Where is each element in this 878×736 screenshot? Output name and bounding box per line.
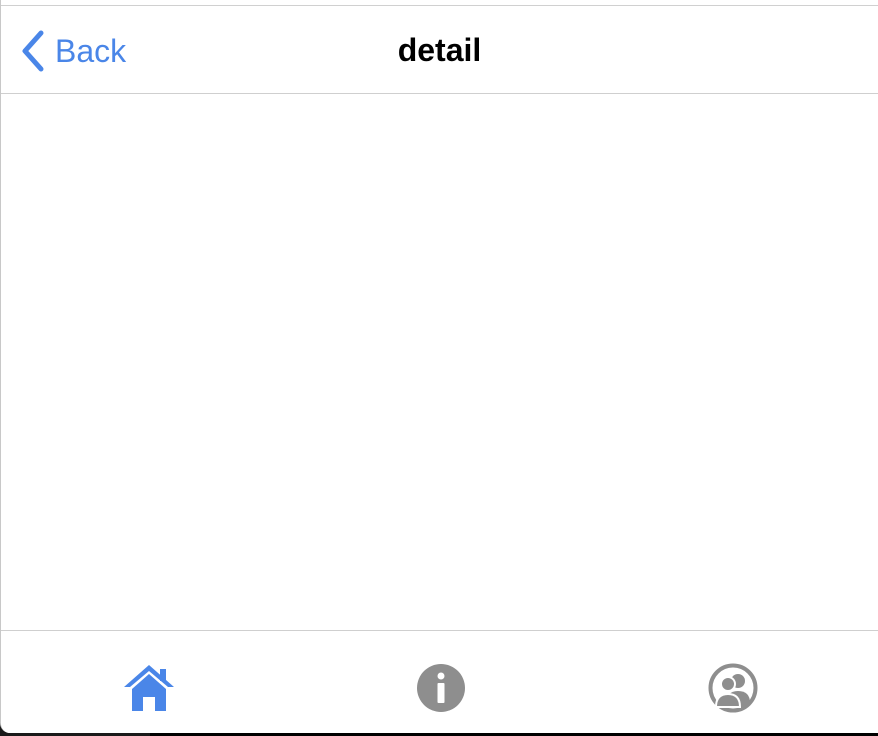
app-screen: Back detail bbox=[0, 0, 878, 733]
app-window: Back detail bbox=[0, 0, 878, 736]
info-icon bbox=[417, 664, 465, 712]
tab-users[interactable] bbox=[703, 661, 763, 715]
navigation-bar: Back detail bbox=[1, 6, 878, 94]
tab-home[interactable] bbox=[119, 661, 179, 715]
tab-bar bbox=[1, 630, 878, 733]
tab-info[interactable] bbox=[411, 661, 471, 715]
home-icon bbox=[124, 665, 174, 711]
users-icon bbox=[708, 663, 758, 713]
detail-content-area bbox=[1, 94, 878, 630]
page-title: detail bbox=[397, 32, 482, 68]
